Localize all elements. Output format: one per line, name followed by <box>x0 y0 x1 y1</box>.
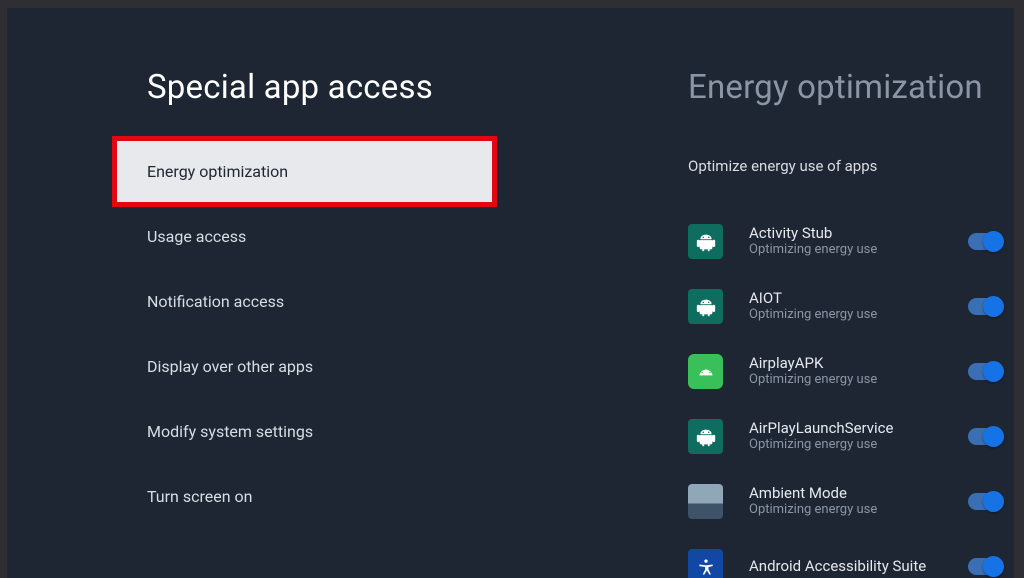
app-info: Android Accessibility Suite <box>749 557 958 576</box>
menu-item-usage-access[interactable]: Usage access <box>115 204 494 269</box>
menu-item-label: Notification access <box>147 292 284 311</box>
app-status: Optimizing energy use <box>749 372 958 389</box>
toggle-switch[interactable] <box>968 298 1002 315</box>
toggle-switch[interactable] <box>968 233 1002 250</box>
android-icon <box>688 224 723 259</box>
menu-item-label: Display over other apps <box>147 357 313 376</box>
app-info: AIOT Optimizing energy use <box>749 289 958 325</box>
app-status: Optimizing energy use <box>749 502 958 519</box>
app-name: AirplayAPK <box>749 354 958 373</box>
menu-item-label: Turn screen on <box>147 487 253 506</box>
app-name: Android Accessibility Suite <box>749 557 958 576</box>
app-name: AIOT <box>749 289 958 308</box>
app-info: Activity Stub Optimizing energy use <box>749 224 958 260</box>
app-info: Ambient Mode Optimizing energy use <box>749 484 958 520</box>
app-status: Optimizing energy use <box>749 437 958 454</box>
app-info: AirPlayLaunchService Optimizing energy u… <box>749 419 958 455</box>
left-pane: Special app access Energy optimization U… <box>7 8 602 578</box>
menu-item-label: Modify system settings <box>147 422 313 441</box>
app-row-android-accessibility-suite[interactable]: Android Accessibility Suite <box>688 534 1002 578</box>
app-row-airplaylaunchservice[interactable]: AirPlayLaunchService Optimizing energy u… <box>688 404 1002 469</box>
app-name: Activity Stub <box>749 224 958 243</box>
menu-item-label: Energy optimization <box>147 162 288 181</box>
app-row-ambient-mode[interactable]: Ambient Mode Optimizing energy use <box>688 469 1002 534</box>
right-pane-title: Energy optimization <box>602 68 1014 107</box>
android-icon <box>688 289 723 324</box>
app-name: AirPlayLaunchService <box>749 419 958 438</box>
right-pane: Energy optimization Optimize energy use … <box>602 8 1014 578</box>
toggle-switch[interactable] <box>968 428 1002 445</box>
android-icon <box>688 354 723 389</box>
menu-item-label: Usage access <box>147 227 246 246</box>
photo-icon <box>688 484 723 519</box>
settings-screen: Special app access Energy optimization U… <box>7 8 1014 578</box>
app-list: Activity Stub Optimizing energy use AIOT… <box>602 209 1014 578</box>
menu-list: Energy optimization Usage access Notific… <box>7 139 602 529</box>
menu-item-display-over-other-apps[interactable]: Display over other apps <box>115 334 494 399</box>
android-icon <box>688 419 723 454</box>
left-pane-title: Special app access <box>7 68 602 107</box>
app-row-airplayapk[interactable]: AirplayAPK Optimizing energy use <box>688 339 1002 404</box>
toggle-switch[interactable] <box>968 493 1002 510</box>
app-status: Optimizing energy use <box>749 242 958 259</box>
app-row-aiot[interactable]: AIOT Optimizing energy use <box>688 274 1002 339</box>
app-row-activity-stub[interactable]: Activity Stub Optimizing energy use <box>688 209 1002 274</box>
menu-item-modify-system-settings[interactable]: Modify system settings <box>115 399 494 464</box>
app-info: AirplayAPK Optimizing energy use <box>749 354 958 390</box>
app-status: Optimizing energy use <box>749 307 958 324</box>
toggle-switch[interactable] <box>968 558 1002 575</box>
menu-item-turn-screen-on[interactable]: Turn screen on <box>115 464 494 529</box>
accessibility-icon <box>688 549 723 578</box>
right-pane-subtitle: Optimize energy use of apps <box>602 157 1014 175</box>
toggle-switch[interactable] <box>968 363 1002 380</box>
menu-item-energy-optimization[interactable]: Energy optimization <box>115 139 494 204</box>
menu-item-notification-access[interactable]: Notification access <box>115 269 494 334</box>
app-name: Ambient Mode <box>749 484 958 503</box>
